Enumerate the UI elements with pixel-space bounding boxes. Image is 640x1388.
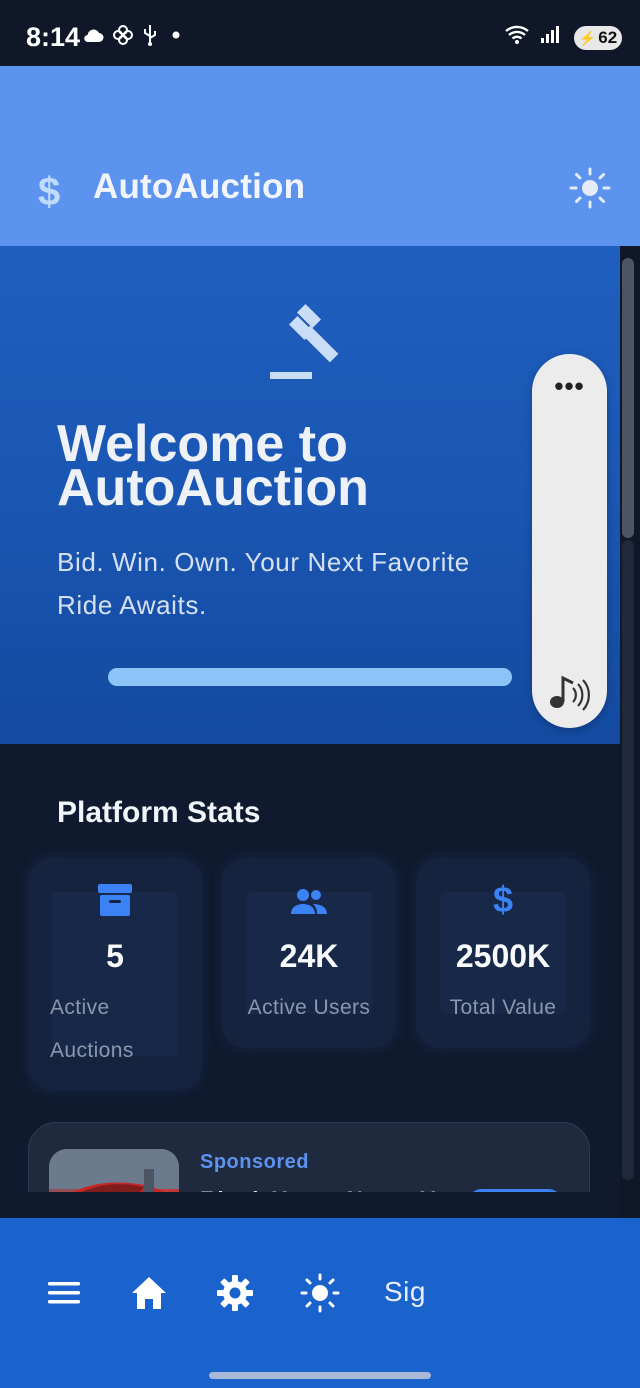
dot-icon xyxy=(172,31,180,39)
archive-box-icon xyxy=(98,884,132,916)
screen: 8:14 ⚡ 62 $ AutoAuction Welcome to AutoA… xyxy=(0,0,640,1388)
stat-card-active-users: 24K Active Users xyxy=(222,858,396,1048)
floating-media-pill[interactable]: ••• xyxy=(532,354,607,728)
stat-card-active-auctions: 5 Active Auctions xyxy=(28,858,202,1090)
more-icon[interactable]: ••• xyxy=(532,373,607,399)
stat-value: 5 xyxy=(106,938,124,974)
music-note-sound-icon[interactable] xyxy=(547,672,591,712)
status-time: 8:14 xyxy=(26,22,81,52)
dollar-icon: $ xyxy=(492,879,514,920)
stat-card-total-value: $ 2500K Total Value xyxy=(416,858,590,1048)
hero-progress-bar xyxy=(108,668,512,686)
sun-icon[interactable] xyxy=(568,166,612,210)
hero-subtitle: Bid. Win. Own. Your Next Favorite Ride A… xyxy=(57,547,470,620)
status-icons-left xyxy=(82,24,182,46)
wifi-icon xyxy=(505,25,529,44)
stats-title: Platform Stats xyxy=(57,796,261,829)
stat-value: 2500K xyxy=(455,938,551,974)
sponsored-tag: Sponsored xyxy=(200,1151,309,1173)
sign-in-button[interactable]: Sig xyxy=(384,1276,426,1308)
content-clip xyxy=(0,1192,620,1218)
battery-level: 62 xyxy=(598,28,618,47)
bolt-icon: ⚡ xyxy=(578,29,597,46)
scrollbar-rail xyxy=(622,540,634,1180)
stat-label: Active Users xyxy=(247,996,371,1019)
usb-icon xyxy=(144,25,156,46)
scrollbar-thumb[interactable] xyxy=(622,258,634,538)
pinwheel-icon xyxy=(113,25,133,45)
users-icon xyxy=(291,889,327,914)
gavel-icon xyxy=(270,303,339,379)
home-indicator[interactable] xyxy=(209,1372,431,1379)
bottom-nav: Sig xyxy=(0,1218,640,1388)
gear-icon[interactable] xyxy=(215,1273,255,1313)
menu-icon[interactable] xyxy=(44,1273,84,1313)
status-bar: 8:14 ⚡ 62 xyxy=(0,0,640,66)
stat-label: Total Value xyxy=(449,996,557,1019)
home-icon[interactable] xyxy=(129,1273,169,1313)
dollar-icon: $ xyxy=(38,170,61,214)
app-title: AutoAuction xyxy=(93,167,306,206)
sun-icon[interactable] xyxy=(300,1273,340,1313)
hero-banner: Welcome to AutoAuction Bid. Win. Own. Yo… xyxy=(0,246,620,744)
signal-icon xyxy=(541,26,559,43)
battery-icon: ⚡ 62 xyxy=(574,26,622,50)
app-bar: $ AutoAuction xyxy=(0,66,640,246)
stat-label: Active Auctions xyxy=(50,996,134,1062)
stat-value: 24K xyxy=(279,938,339,974)
hero-title: Welcome to AutoAuction xyxy=(57,415,369,517)
status-icons-right xyxy=(504,24,562,44)
cloud-icon xyxy=(84,29,104,43)
